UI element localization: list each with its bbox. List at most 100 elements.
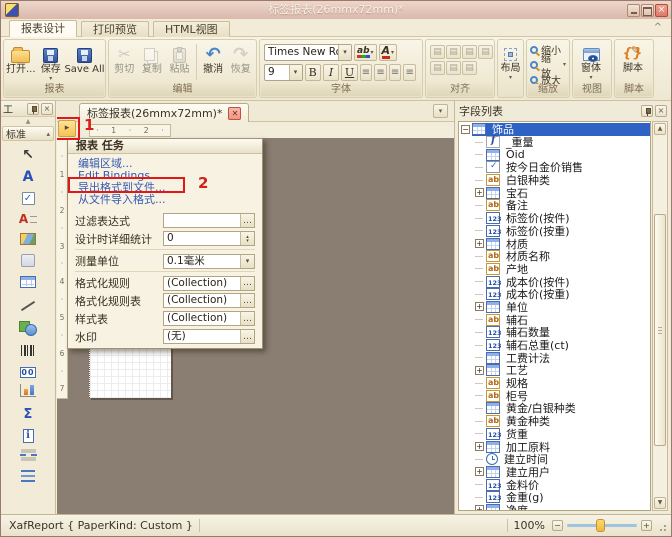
align-bottoms-button[interactable]: ▤ [462, 61, 477, 75]
property-editor-button[interactable] [240, 277, 254, 290]
property-value[interactable]: (无) [164, 330, 240, 343]
highlight-color-button[interactable]: ab ▾ [354, 44, 377, 61]
zoom-out-icon[interactable]: − [552, 520, 563, 531]
toolbox-tool[interactable] [21, 470, 35, 485]
align-rights-button[interactable]: ▤ [478, 45, 493, 59]
property-value[interactable]: 0 [164, 232, 240, 245]
tree-expander-icon[interactable] [475, 150, 484, 159]
toolbox-tool[interactable] [21, 254, 35, 270]
tree-row[interactable]: 成本价(按重) [459, 288, 650, 301]
cut-button[interactable]: 剪切 [111, 42, 138, 82]
tree-expander-icon[interactable] [475, 341, 484, 350]
ribbon-tab[interactable]: 打印预览 [81, 21, 149, 37]
tree-row[interactable]: 规格 [459, 377, 650, 390]
tree-expander-icon[interactable] [475, 264, 484, 273]
align-centers-button[interactable]: ▤ [462, 45, 477, 59]
property-editor[interactable]: (Collection) [163, 293, 255, 308]
scrollbar-thumb[interactable] [654, 214, 666, 446]
tree-expander-icon[interactable] [475, 505, 484, 511]
property-editor-button[interactable] [240, 255, 254, 268]
toolbox-tool[interactable] [20, 384, 36, 400]
tree-expander-icon[interactable] [475, 379, 484, 388]
italic-button[interactable]: I [323, 64, 339, 81]
ribbon-tab[interactable]: HTML视图 [153, 21, 230, 37]
zoom-slider[interactable] [567, 524, 637, 527]
chevron-down-icon[interactable]: ▾ [338, 45, 351, 60]
tree-expander-icon[interactable] [475, 252, 484, 261]
property-editor[interactable]: (Collection) [163, 276, 255, 291]
scroll-up-icon[interactable]: ▲ [1, 117, 55, 126]
close-icon[interactable]: × [41, 103, 53, 115]
toolbox-tool[interactable] [22, 191, 35, 205]
tree-expander-icon[interactable] [475, 163, 484, 172]
toolbox-category-standard[interactable]: 标准 ▴ [2, 126, 54, 141]
maximize-icon[interactable] [641, 4, 654, 17]
tree-expander-icon[interactable] [475, 214, 484, 223]
tree-row[interactable]: 辅石总重(ct) [459, 339, 650, 352]
resize-grip[interactable] [657, 521, 669, 535]
tree-expander-icon[interactable] [475, 176, 484, 185]
collapse-ribbon-icon[interactable]: ^ [654, 22, 662, 33]
property-editor-button[interactable] [240, 232, 254, 245]
save-button[interactable]: 保存 ▾ [37, 42, 65, 82]
tree-expander-icon[interactable] [475, 302, 484, 311]
close-icon[interactable]: × [655, 4, 668, 17]
align-left-button[interactable]: ≡ [360, 64, 373, 81]
property-editor-button[interactable] [240, 330, 254, 343]
align-justify-button[interactable]: ≡ [403, 64, 416, 81]
align-lefts-button[interactable]: ▤ [446, 45, 461, 59]
property-editor-button[interactable] [240, 312, 254, 325]
tree-row[interactable]: 黄金种类 [459, 415, 650, 428]
tree-expander-icon[interactable] [475, 404, 484, 413]
pin-icon[interactable] [641, 105, 653, 117]
align-tops-button[interactable]: ▤ [430, 61, 445, 75]
tree-row[interactable]: 饰品 [459, 123, 650, 136]
tree-row[interactable]: 建立用户 [459, 466, 650, 479]
tree-row[interactable]: 加工原料 [459, 440, 650, 453]
property-value[interactable]: 0.1毫米 [164, 255, 240, 268]
tab-list-dropdown-icon[interactable]: ▾ [433, 104, 448, 118]
scroll-down-icon[interactable]: ▼ [654, 497, 666, 509]
align-right-button[interactable]: ≡ [389, 64, 402, 81]
tree-expander-icon[interactable] [461, 125, 470, 134]
property-value[interactable]: (Collection) [164, 312, 240, 325]
tree-expander-icon[interactable] [475, 138, 484, 147]
toolbox-tool[interactable] [21, 449, 36, 464]
layout-button[interactable]: 布局 ▾ [499, 41, 522, 80]
toolbox-tool[interactable] [20, 276, 36, 291]
toolbox-tool[interactable] [18, 406, 38, 422]
align-to-grid-button[interactable]: ▤ [430, 45, 445, 59]
field-list-scrollbar[interactable]: ▲ ▼ [652, 121, 668, 511]
tree-expander-icon[interactable] [475, 455, 484, 464]
property-editor[interactable]: (Collection) [163, 311, 255, 326]
tree-expander-icon[interactable] [475, 315, 484, 324]
tree-row[interactable]: 净度 [459, 504, 650, 511]
tree-expander-icon[interactable] [475, 366, 484, 375]
chevron-down-icon[interactable]: ▾ [289, 65, 302, 80]
property-editor[interactable]: (无) [163, 329, 255, 344]
scroll-up-icon[interactable]: ▲ [654, 123, 666, 135]
tree-row[interactable]: 按今日金价销售 [459, 161, 650, 174]
minimize-icon[interactable] [627, 4, 640, 17]
tree-expander-icon[interactable] [475, 480, 484, 489]
zoom-slider-thumb[interactable] [596, 519, 605, 532]
property-value[interactable] [164, 214, 240, 227]
tree-expander-icon[interactable] [475, 442, 484, 451]
underline-button[interactable]: U [341, 64, 357, 81]
toolbox-tool[interactable] [18, 211, 38, 227]
popup-link[interactable]: 从文件导入格式... [78, 194, 262, 206]
tree-row[interactable]: 金料价 [459, 478, 650, 491]
zoom-button[interactable]: 缩放 ▾ [530, 58, 566, 71]
paste-button[interactable]: 粘贴 [166, 42, 193, 82]
tree-row[interactable]: 单位 [459, 301, 650, 314]
script-button[interactable]: 脚本 [616, 41, 650, 75]
property-editor-button[interactable] [240, 294, 254, 307]
tree-expander-icon[interactable] [475, 328, 484, 337]
close-tab-icon[interactable]: ✕ [228, 107, 241, 120]
tree-row[interactable]: _重量 [459, 136, 650, 149]
document-tab[interactable]: 标签报表(26mmx72mm)* ✕ [79, 103, 249, 122]
toolbox-tool[interactable] [23, 428, 34, 443]
align-center-button[interactable]: ≡ [374, 64, 387, 81]
bold-button[interactable]: B [305, 64, 321, 81]
tree-row[interactable]: 材质 [459, 237, 650, 250]
